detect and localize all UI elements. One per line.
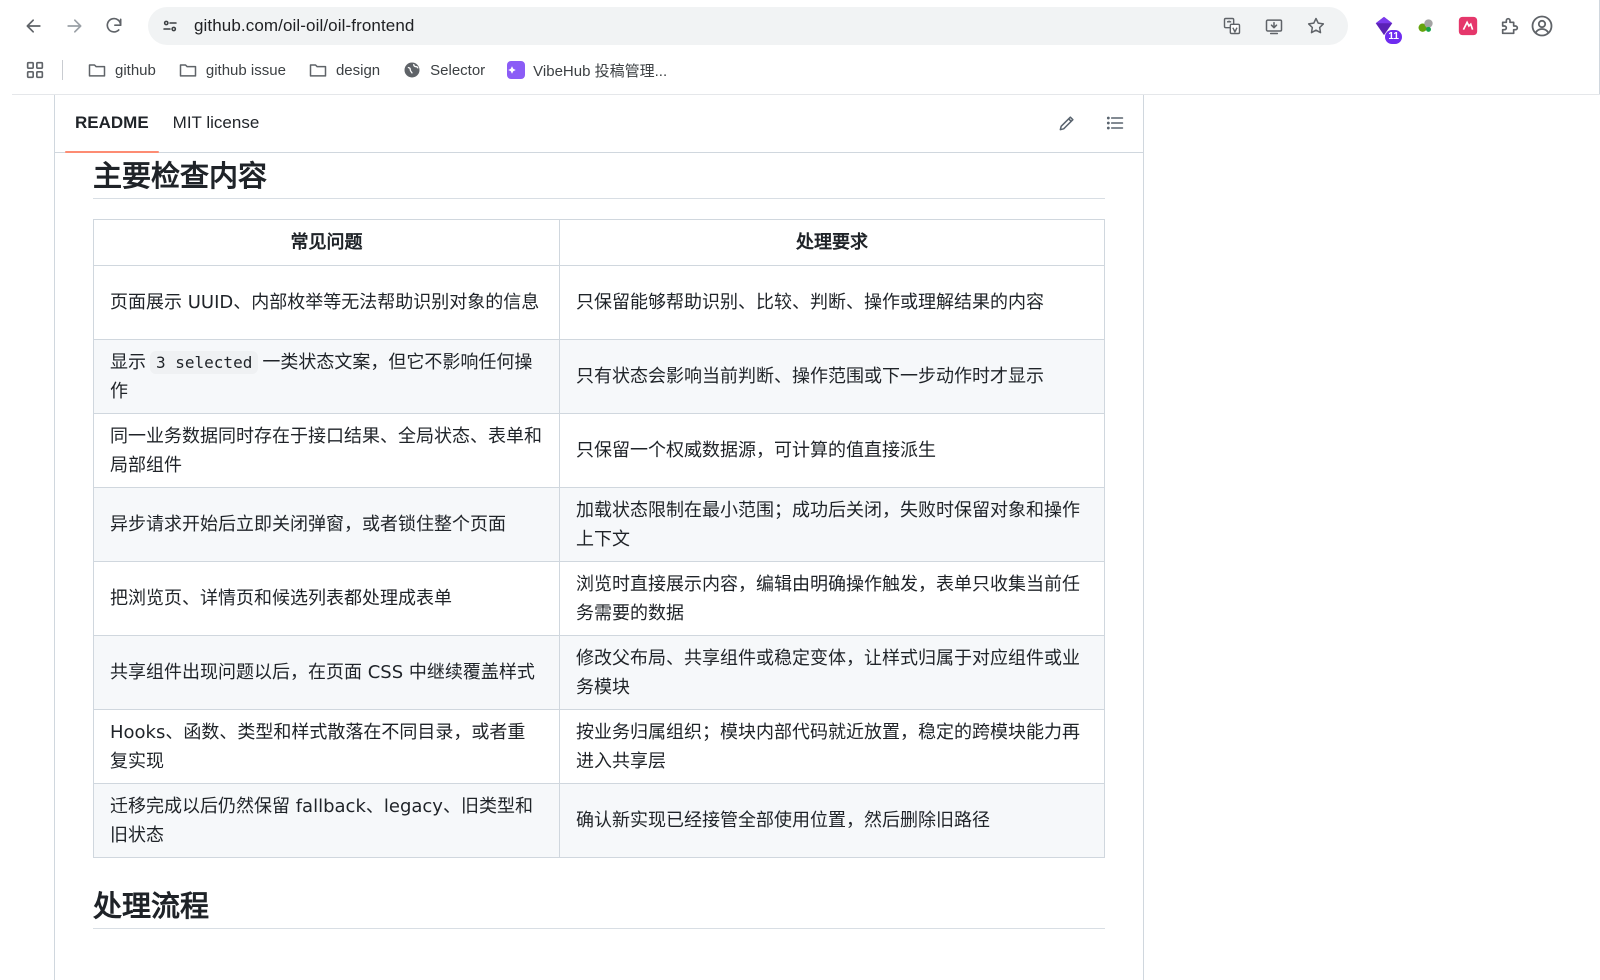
- outline-list-icon[interactable]: [1104, 112, 1126, 134]
- tab-mit-license[interactable]: MIT license: [161, 94, 272, 152]
- forward-arrow-icon: [67, 19, 82, 33]
- requirement-cell: 按业务归属组织；模块内部代码就近放置，稳定的跨模块能力再进入共享层: [559, 709, 1105, 784]
- problem-text: 显示: [110, 351, 146, 373]
- back-button[interactable]: [16, 8, 52, 44]
- bookmark-label: Selector: [430, 61, 486, 79]
- globe-icon: [404, 62, 420, 78]
- section-heading: 主要检查内容: [93, 159, 268, 193]
- heading-divider: [93, 198, 1105, 199]
- bookmark-github-issue[interactable]: github issue: [170, 56, 294, 84]
- profile-icon[interactable]: [1530, 14, 1554, 38]
- column-header-requirement: 处理要求: [559, 219, 1105, 266]
- extensions-area: 11: [1372, 8, 1522, 44]
- bookmark-selector[interactable]: Selector: [394, 56, 493, 84]
- heading-divider: [93, 928, 1105, 929]
- requirement-cell: 只保留能够帮助识别、比较、判断、操作或理解结果的内容: [559, 265, 1105, 340]
- problem-cell: 页面展示 UUID、内部枚举等无法帮助识别对象的信息: [93, 265, 560, 340]
- forward-button[interactable]: [56, 8, 92, 44]
- page-content: README MIT license 主要检查内容 常见问题 处理要求 页面展示…: [12, 94, 1600, 980]
- problem-cell: 同一业务数据同时存在于接口结果、全局状态、表单和局部组件: [93, 413, 560, 488]
- table-row: 迁移完成以后仍然保留 fallback、legacy、旧类型和旧状态 确认新实现…: [93, 783, 1105, 858]
- table-row: 同一业务数据同时存在于接口结果、全局状态、表单和局部组件 只保留一个权威数据源，…: [93, 413, 1105, 488]
- bookmarks-divider: [62, 60, 63, 80]
- requirement-cell: 修改父布局、共享组件或稳定变体，让样式归属于对应组件或业务模块: [559, 635, 1105, 710]
- folder-icon: [179, 64, 197, 77]
- inline-code: 3 selected: [150, 350, 259, 374]
- bookmark-label: github issue: [205, 61, 286, 79]
- problem-cell: 共享组件出现问题以后，在页面 CSS 中继续覆盖样式: [93, 635, 560, 710]
- requirement-cell: 加载状态限制在最小范围；成功后关闭，失败时保留对象和操作上下文: [559, 487, 1105, 562]
- table-row: 把浏览页、详情页和候选列表都处理成表单 浏览时直接展示内容，编辑由明确操作触发，…: [93, 561, 1105, 636]
- requirement-cell: 只有状态会影响当前判断、操作范围或下一步动作时才显示: [559, 339, 1105, 414]
- problem-cell: 把浏览页、详情页和候选列表都处理成表单: [93, 561, 560, 636]
- table-row: 页面展示 UUID、内部枚举等无法帮助识别对象的信息 只保留能够帮助识别、比较、…: [93, 265, 1105, 340]
- problem-cell: 迁移完成以后仍然保留 fallback、legacy、旧类型和旧状态: [93, 783, 560, 858]
- extension-pink-icon[interactable]: [1456, 14, 1480, 38]
- problem-cell: 异步请求开始后立即关闭弹窗，或者锁住整个页面: [93, 487, 560, 562]
- table-row: 共享组件出现问题以后，在页面 CSS 中继续覆盖样式 修改父布局、共享组件或稳定…: [93, 635, 1105, 710]
- column-header-problem: 常见问题: [93, 219, 560, 266]
- bookmark-github[interactable]: github: [79, 56, 164, 84]
- tab-readme[interactable]: README: [63, 94, 161, 153]
- section-heading-next: 处理流程: [93, 889, 210, 923]
- bookmark-label: github: [115, 61, 156, 79]
- extension-purple-icon[interactable]: 11: [1372, 14, 1402, 44]
- bookmark-star-icon[interactable]: [1304, 14, 1328, 38]
- reload-icon: [106, 17, 122, 33]
- install-app-icon[interactable]: [1262, 14, 1286, 38]
- extension-badge: 11: [1385, 30, 1402, 44]
- table-row: Hooks、函数、类型和样式散落在不同目录，或者重复实现 按业务归属组织；模块内…: [93, 709, 1105, 784]
- readme-panel: README MIT license 主要检查内容 常见问题 处理要求 页面展示…: [54, 95, 1144, 980]
- issues-table: 常见问题 处理要求 页面展示 UUID、内部枚举等无法帮助识别对象的信息 只保留…: [93, 219, 1105, 858]
- address-bar[interactable]: github.com/oil-oil/oil-frontend: [148, 7, 1348, 45]
- bookmarks-bar: github github issue design Selector Vibe…: [0, 52, 1600, 88]
- edit-pencil-icon[interactable]: [1056, 112, 1078, 134]
- problem-cell: 显示 3 selected 一类状态文案，但它不影响任何操作: [93, 339, 560, 414]
- folder-icon: [88, 64, 106, 77]
- bookmark-label: VibeHub 投稿管理...: [533, 62, 668, 80]
- folder-icon: [309, 64, 327, 77]
- bookmark-label: design: [335, 61, 381, 79]
- bookmark-vibehub[interactable]: VibeHub 投稿管理...: [499, 56, 675, 84]
- table-row: 显示 3 selected 一类状态文案，但它不影响任何操作 只有状态会影响当前判断…: [93, 339, 1105, 414]
- apps-grid-icon[interactable]: [24, 59, 46, 81]
- bookmark-design[interactable]: design: [300, 56, 388, 84]
- extension-green-icon[interactable]: [1414, 14, 1438, 38]
- url-text[interactable]: github.com/oil-oil/oil-frontend: [194, 16, 414, 36]
- site-settings-icon[interactable]: [160, 16, 180, 36]
- readme-tabs: README MIT license: [55, 95, 1144, 153]
- requirement-cell: 只保留一个权威数据源，可计算的值直接派生: [559, 413, 1105, 488]
- problem-cell: Hooks、函数、类型和样式散落在不同目录，或者重复实现: [93, 709, 560, 784]
- requirement-cell: 浏览时直接展示内容，编辑由明确操作触发，表单只收集当前任务需要的数据: [559, 561, 1105, 636]
- table-header-row: 常见问题 处理要求: [93, 219, 1105, 266]
- table-row: 异步请求开始后立即关闭弹窗，或者锁住整个页面 加载状态限制在最小范围；成功后关闭…: [93, 487, 1105, 562]
- back-arrow-icon: [26, 19, 41, 33]
- translate-icon[interactable]: [1220, 14, 1244, 38]
- browser-window: github.com/oil-oil/oil-frontend 11 githu…: [0, 0, 1600, 980]
- browser-toolbar: github.com/oil-oil/oil-frontend 11: [0, 0, 1600, 52]
- requirement-cell: 确认新实现已经接管全部使用位置，然后删除旧路径: [559, 783, 1105, 858]
- vibehub-icon: [507, 61, 526, 79]
- extensions-puzzle-icon[interactable]: [1498, 14, 1522, 38]
- reload-button[interactable]: [96, 8, 132, 44]
